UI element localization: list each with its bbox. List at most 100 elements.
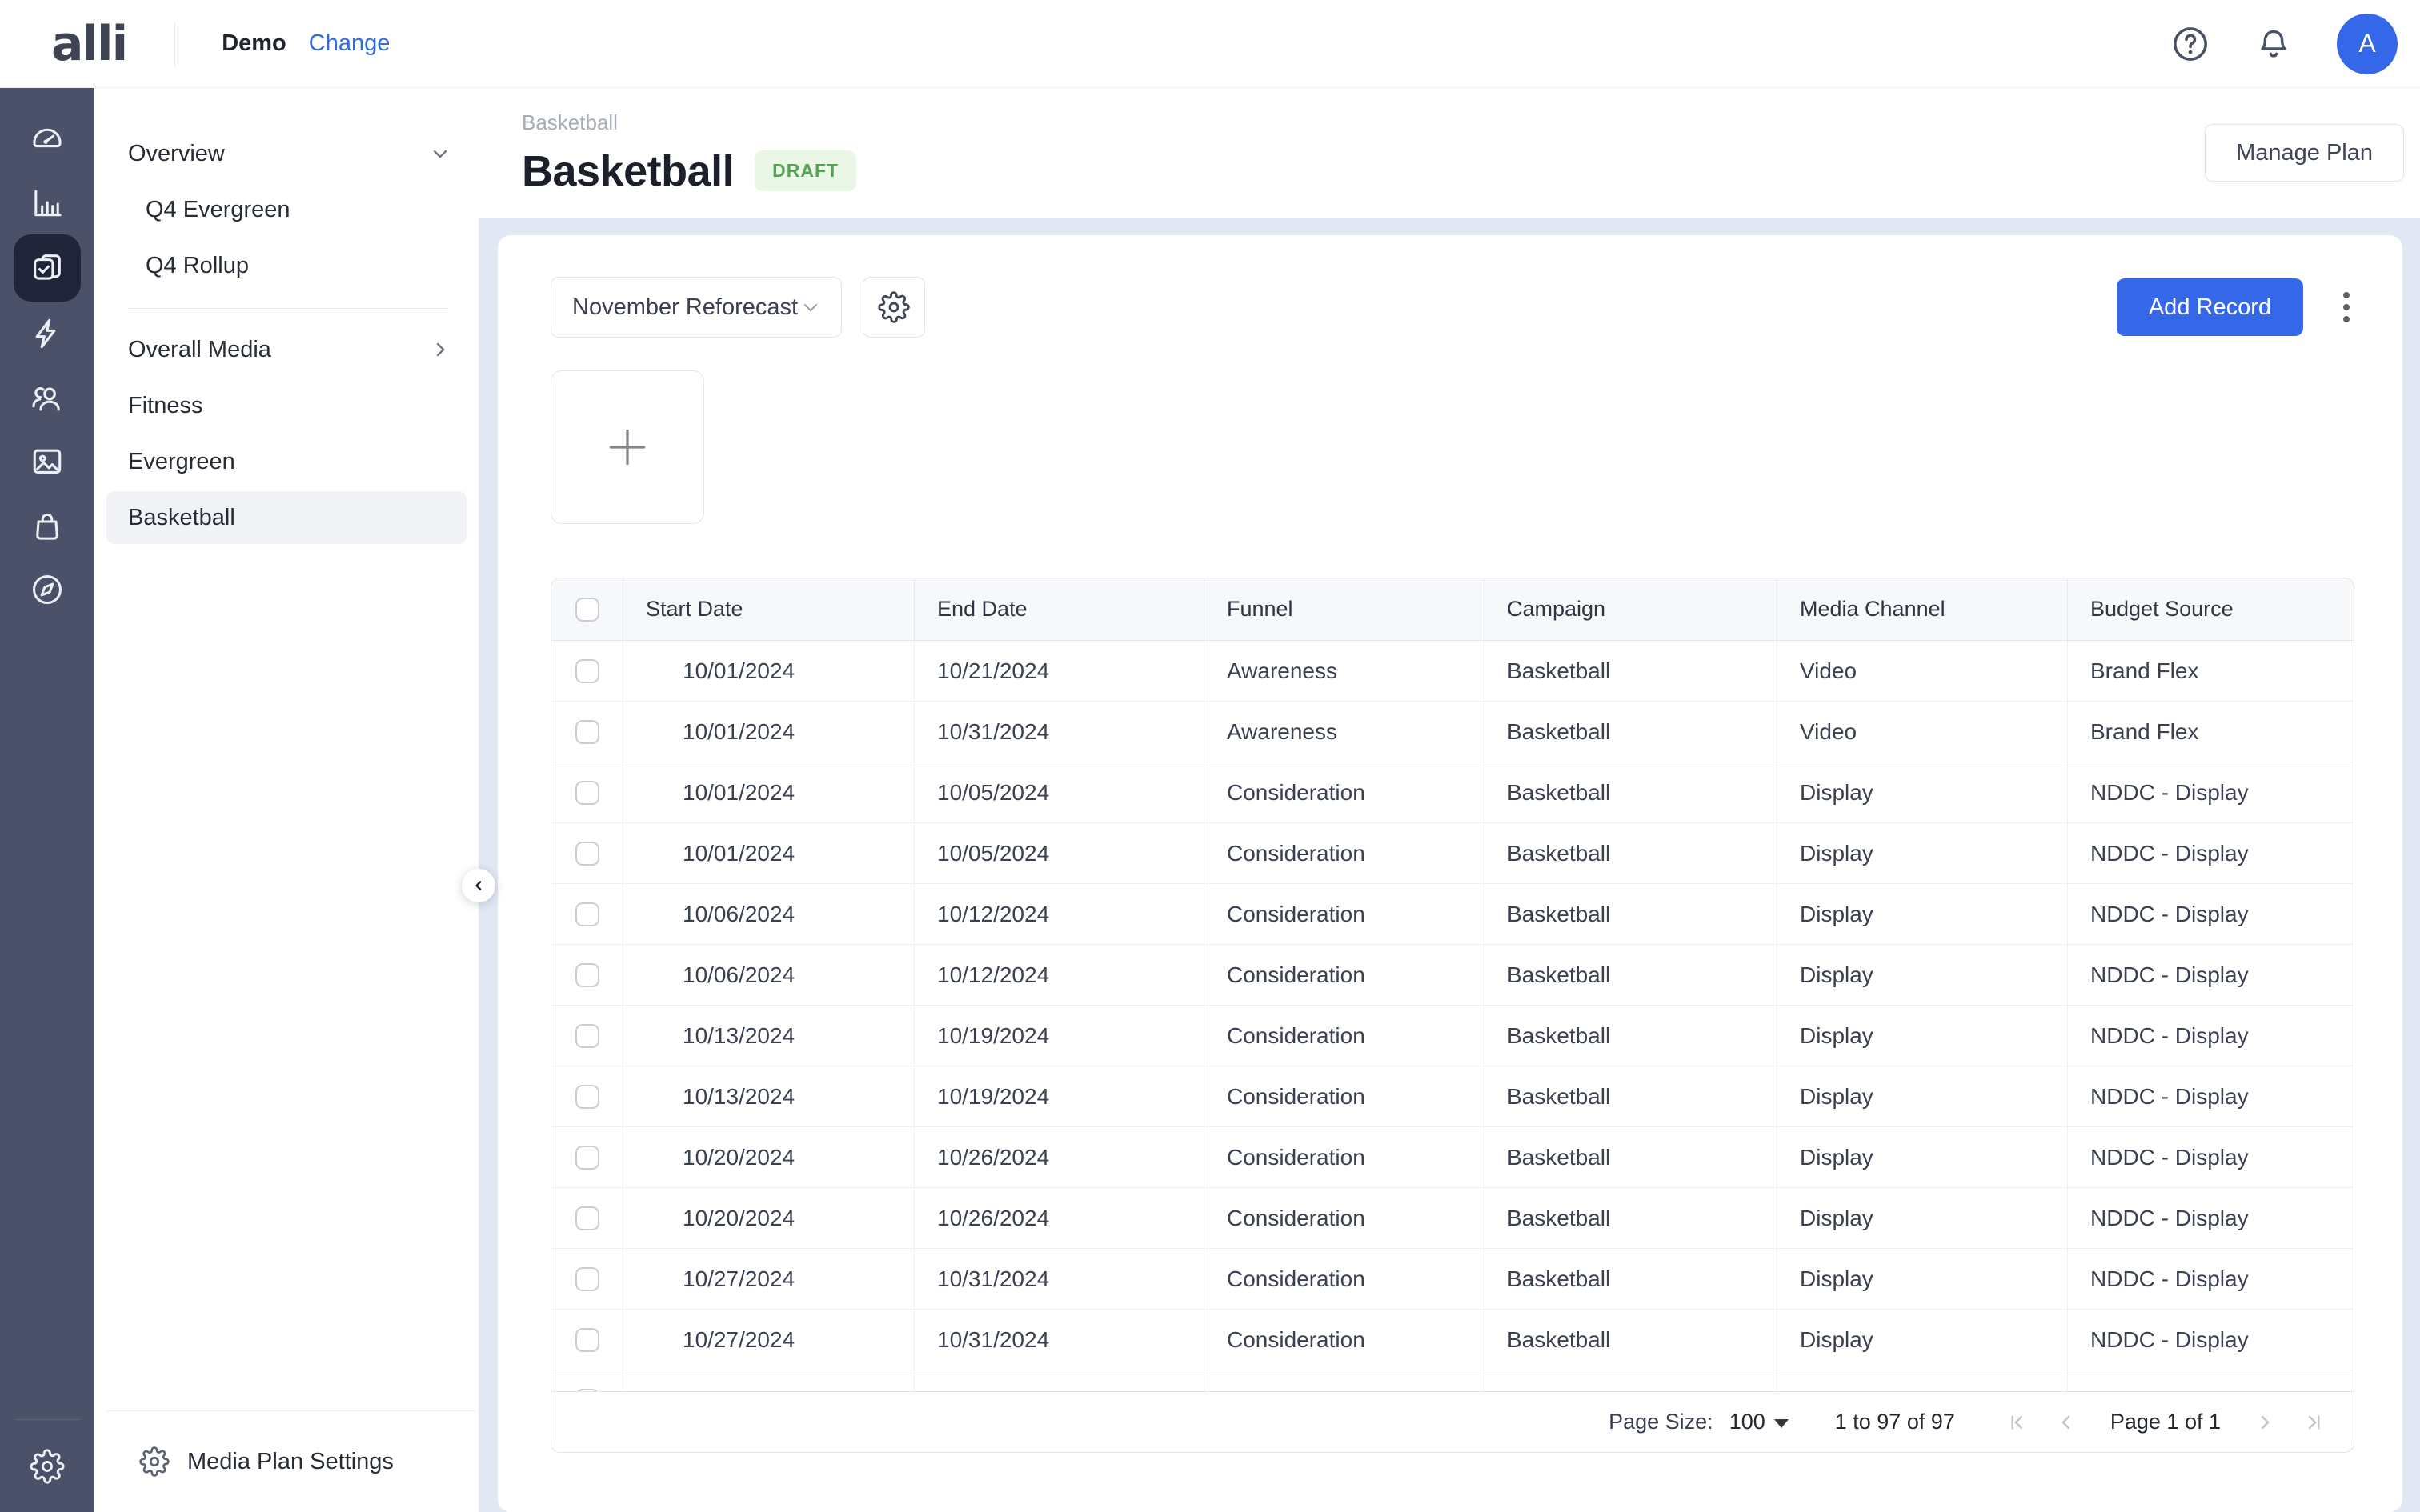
media-plan-settings-button[interactable]: Media Plan Settings — [94, 1411, 479, 1512]
table-row[interactable]: 10/01/2024 10/31/2024 Awareness Basketba… — [551, 702, 2354, 762]
more-options-kebab-icon[interactable] — [2338, 287, 2354, 327]
rail-settings-gear-icon[interactable] — [30, 1420, 65, 1512]
rail-item-explore[interactable] — [14, 558, 81, 622]
cell-end-date: 10/31/2024 — [915, 702, 1204, 762]
table-row[interactable]: 10/13/2024 10/19/2024 Consideration Bask… — [551, 1006, 2354, 1066]
sidebar-item-evergreen[interactable]: Evergreen — [106, 435, 467, 488]
cell-media-channel: Display — [1777, 1249, 2068, 1309]
sidebar-item-basketball[interactable]: Basketball — [106, 491, 467, 544]
rail-item-shop[interactable] — [14, 494, 81, 558]
cell-start-date: 10/27/2024 — [623, 1310, 915, 1370]
cell-campaign: Basketball — [1484, 641, 1777, 701]
select-all-checkbox[interactable] — [575, 597, 599, 622]
bell-icon[interactable] — [2254, 24, 2294, 64]
manage-plan-button[interactable]: Manage Plan — [2205, 124, 2404, 182]
row-checkbox[interactable] — [575, 1389, 599, 1391]
column-header-end-date[interactable]: End Date — [915, 578, 1204, 640]
row-checkbox[interactable] — [575, 1266, 599, 1291]
rail-item-reports[interactable] — [14, 170, 81, 234]
status-badge: DRAFT — [755, 150, 857, 191]
cell-end-date: 10/26/2024 — [915, 1127, 1204, 1187]
cell-end-date: 10/19/2024 — [915, 1006, 1204, 1066]
cell-media-channel: Display — [1777, 762, 2068, 822]
help-icon[interactable] — [2170, 24, 2210, 64]
rail-item-creative[interactable] — [14, 430, 81, 494]
sidebar-item-overview[interactable]: Overview — [106, 127, 467, 180]
row-checkbox[interactable] — [575, 962, 599, 987]
cell-media-channel: Display — [1777, 1310, 2068, 1370]
column-header-campaign[interactable]: Campaign — [1484, 578, 1777, 640]
rail-item-media-plans[interactable] — [14, 234, 81, 302]
row-checkbox[interactable] — [575, 1023, 599, 1048]
column-header-start-date[interactable]: Start Date — [623, 578, 915, 640]
table-row[interactable]: 10/01/2024 10/05/2024 Consideration Bask… — [551, 762, 2354, 823]
cell-media-channel: Display — [1777, 823, 2068, 883]
cell-media-channel: Display — [1777, 1066, 2068, 1126]
row-checkbox[interactable] — [575, 1084, 599, 1109]
cell-end-date: 10/12/2024 — [915, 884, 1204, 944]
change-workspace-link[interactable]: Change — [309, 30, 391, 57]
cell-campaign: Basketball — [1484, 1006, 1777, 1066]
sidebar-collapse-button[interactable] — [462, 869, 495, 902]
cell-start-date: 10/20/2024 — [623, 1127, 915, 1187]
next-page-icon[interactable] — [2253, 1410, 2277, 1434]
compass-icon — [32, 574, 62, 605]
row-checkbox[interactable] — [575, 1206, 599, 1230]
gauge-icon — [33, 128, 62, 148]
cell-campaign: Basketball — [1484, 1127, 1777, 1187]
table-row[interactable]: 10/20/2024 10/26/2024 Consideration Bask… — [551, 1188, 2354, 1249]
cell-funnel: Consideration — [1204, 1066, 1484, 1126]
cell-budget-source: NDDC - Display — [2090, 1083, 2249, 1109]
row-checkbox[interactable] — [575, 1327, 599, 1352]
cell-start-date: 10/01/2024 — [623, 641, 915, 701]
column-header-budget-source[interactable]: Budget Source — [2068, 578, 2354, 640]
cell-budget-source: NDDC - Display — [2090, 840, 2249, 866]
cell-funnel: Consideration — [1204, 1249, 1484, 1309]
table-row[interactable]: 10/06/2024 10/12/2024 Consideration Bask… — [551, 884, 2354, 945]
table-settings-button[interactable] — [863, 277, 925, 338]
table-row[interactable]: 10/27/2024 10/31/2024 Consideration Bask… — [551, 1310, 2354, 1370]
add-scenario-tile[interactable] — [551, 370, 704, 524]
table-row[interactable]: 10/01/2024 10/21/2024 Awareness Basketba… — [551, 641, 2354, 702]
topbar: alli Demo Change A — [0, 0, 2420, 88]
plan-card: November Reforecast Add Record Start Dat… — [498, 235, 2402, 1512]
sidebar-divider — [128, 308, 448, 309]
previous-page-icon[interactable] — [2054, 1410, 2078, 1434]
cell-campaign: Basketball — [1484, 762, 1777, 822]
rail-item-audiences[interactable] — [14, 366, 81, 430]
row-checkbox[interactable] — [575, 841, 599, 866]
scenario-select[interactable]: November Reforecast — [551, 277, 842, 338]
sidebar-item-fitness[interactable]: Fitness — [106, 379, 467, 432]
first-page-icon[interactable] — [2005, 1410, 2029, 1434]
column-header-funnel[interactable]: Funnel — [1204, 578, 1484, 640]
sidebar-item-overall-media[interactable]: Overall Media — [106, 323, 467, 376]
last-page-icon[interactable] — [2302, 1410, 2326, 1434]
cell-campaign: Basketball — [1484, 884, 1777, 944]
add-record-button[interactable]: Add Record — [2116, 278, 2303, 336]
row-checkbox[interactable] — [575, 1145, 599, 1170]
row-checkbox[interactable] — [575, 902, 599, 926]
table-row[interactable]: 10/27/2024 10/31/2024 Consideration Bask… — [551, 1249, 2354, 1310]
column-header-media-channel[interactable]: Media Channel — [1777, 578, 2068, 640]
row-checkbox[interactable] — [575, 780, 599, 805]
page-size-select[interactable]: 100 — [1729, 1410, 1789, 1434]
cell-campaign: Basketball — [1484, 945, 1777, 1005]
topbar-divider — [174, 21, 176, 66]
avatar[interactable]: A — [2337, 13, 2398, 74]
table-row[interactable]: 10/13/2024 10/19/2024 Consideration Bask… — [551, 1066, 2354, 1127]
sidebar-item-q4-evergreen[interactable]: Q4 Evergreen — [106, 183, 467, 236]
row-checkbox[interactable] — [575, 719, 599, 744]
row-checkbox[interactable] — [575, 658, 599, 683]
sidebar-item-label: Overview — [128, 140, 225, 166]
cell-budget-source: NDDC - Display — [2090, 1205, 2249, 1230]
table-row[interactable]: 10/20/2024 10/26/2024 Consideration Bask… — [551, 1127, 2354, 1188]
table-row[interactable]: 10/01/2024 10/05/2024 Consideration Bask… — [551, 823, 2354, 884]
cell-budget-source: Brand Flex — [2090, 718, 2199, 744]
caret-down-icon — [1773, 1418, 1789, 1428]
rail-item-dashboard[interactable] — [14, 106, 81, 170]
cell-start-date: 10/06/2024 — [623, 884, 915, 944]
table-row[interactable]: 10/06/2024 10/12/2024 Consideration Bask… — [551, 945, 2354, 1006]
sidebar-item-q4-rollup[interactable]: Q4 Rollup — [106, 239, 467, 292]
rail-item-automations[interactable] — [14, 302, 81, 366]
cell-funnel: Consideration — [1204, 1006, 1484, 1066]
